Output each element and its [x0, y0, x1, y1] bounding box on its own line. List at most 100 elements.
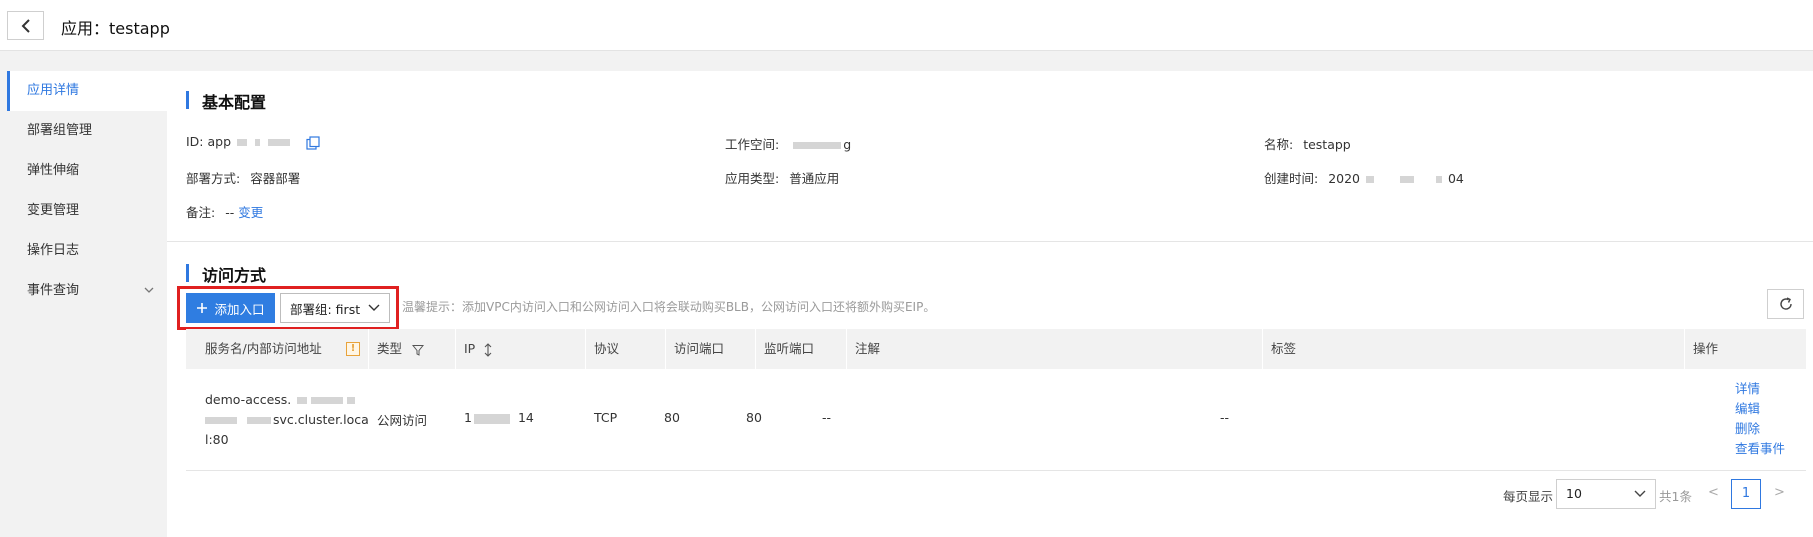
table-row: demo-access. svc.cluster.loca l:80 公网访问 …	[186, 369, 1806, 471]
sidebar-item-operation-logs[interactable]: 操作日志	[7, 231, 167, 271]
filter-icon[interactable]	[411, 344, 425, 356]
sidebar-item-change-management[interactable]: 变更管理	[7, 191, 167, 231]
column-header-access-port: 访问端口	[665, 329, 755, 369]
entry-tags: --	[1220, 410, 1230, 425]
details-link[interactable]: 详情	[1735, 379, 1785, 399]
redacted-text	[473, 413, 510, 424]
sidebar-item-deploy-groups[interactable]: 部署组管理	[7, 111, 167, 151]
column-header-protocol: 协议	[585, 329, 665, 369]
column-header-annotation: 注解	[846, 329, 1262, 369]
sidebar-item-label: 变更管理	[27, 203, 80, 218]
sidebar-item-label: 弹性伸缩	[27, 163, 80, 178]
redacted-text	[1399, 176, 1414, 183]
service-address-text: l:80	[205, 432, 229, 447]
info-app-type: 应用类型: 普通应用	[725, 168, 839, 187]
edit-link[interactable]: 编辑	[1735, 399, 1785, 419]
note-edit-link[interactable]: 变更	[238, 205, 263, 220]
info-created-time: 创建时间: 2020 04	[1264, 168, 1464, 187]
entry-access-port: 80	[664, 410, 680, 425]
prev-page-button[interactable]: <	[1708, 485, 1719, 500]
redacted-text	[1366, 176, 1374, 183]
deploy-group-value: 部署组: first	[290, 301, 361, 317]
back-button[interactable]	[7, 11, 44, 40]
redacted-text	[247, 417, 271, 424]
info-note: 备注: -- 变更	[186, 202, 263, 221]
ip-text: 1	[464, 410, 472, 425]
column-header-label: IP	[464, 341, 476, 356]
section-title-basic: 基本配置	[186, 89, 266, 113]
per-page-label: 每页显示	[1503, 489, 1554, 504]
chevron-down-icon	[368, 304, 380, 311]
redacted-text	[237, 139, 248, 146]
redacted-text	[268, 139, 290, 146]
page-number[interactable]: 1	[1731, 479, 1761, 509]
app-type-label: 应用类型:	[725, 171, 780, 186]
sidebar-item-event-query[interactable]: 事件查询	[7, 271, 167, 311]
entry-protocol: TCP	[594, 410, 618, 425]
service-address: demo-access. svc.cluster.loca l:80	[205, 390, 369, 450]
entry-listen-port: 80	[746, 410, 762, 425]
chevron-down-icon	[1634, 490, 1646, 497]
column-header-type[interactable]: 类型	[368, 329, 455, 369]
warning-icon[interactable]: !	[346, 342, 360, 356]
column-header-ip[interactable]: IP	[455, 329, 585, 369]
app-type-value: 普通应用	[789, 171, 840, 186]
info-name: 名称: testapp	[1264, 134, 1351, 153]
workspace-value: g	[843, 137, 852, 152]
note-value: --	[225, 205, 235, 220]
workspace-label: 工作空间:	[725, 137, 780, 152]
page-size-value: 10	[1566, 486, 1582, 501]
id-label: ID:	[186, 134, 204, 149]
page-size-select[interactable]: 10	[1556, 479, 1656, 509]
top-bar: 应用：testapp	[0, 0, 1813, 51]
page-title: 应用：testapp	[61, 19, 170, 38]
chevron-left-icon	[21, 18, 30, 33]
refresh-button[interactable]	[1767, 289, 1804, 319]
entry-type: 公网访问	[377, 413, 428, 428]
sidebar-item-app-details[interactable]: 应用详情	[7, 71, 167, 111]
sidebar: 应用详情 部署组管理 弹性伸缩 变更管理 操作日志 事件查询	[7, 71, 167, 537]
column-header-actions: 操作	[1684, 329, 1806, 369]
column-header-listen-port: 监听端口	[755, 329, 846, 369]
copy-icon[interactable]	[306, 135, 320, 150]
sidebar-item-label: 部署组管理	[27, 123, 93, 138]
redacted-text	[311, 397, 344, 404]
section-title-access: 访问方式	[186, 262, 266, 286]
id-value: app	[207, 134, 232, 149]
service-name: demo-access.	[205, 392, 292, 407]
deploy-mode-label: 部署方式:	[186, 171, 241, 186]
redacted-text	[255, 139, 261, 146]
table-header: 服务名/内部访问地址 ! 类型 IP 协议 访问端口 监听端口 注解 标签 操作	[186, 329, 1806, 369]
add-entry-button[interactable]: 添加入口	[186, 293, 275, 323]
info-id: ID: app	[186, 134, 320, 150]
redacted-text	[205, 417, 237, 424]
info-workspace: 工作空间: g	[725, 134, 851, 153]
column-header-tags: 标签	[1262, 329, 1684, 369]
created-time-value: 2020	[1328, 171, 1361, 186]
next-page-button[interactable]: >	[1774, 485, 1785, 500]
total-count: 共1条	[1659, 489, 1692, 504]
sidebar-item-label: 事件查询	[27, 283, 80, 298]
redacted-text	[793, 142, 842, 149]
column-header-service: 服务名/内部访问地址 !	[186, 329, 368, 369]
plus-icon	[197, 303, 208, 313]
name-value: testapp	[1303, 137, 1351, 152]
deploy-group-select[interactable]: 部署组: first	[280, 293, 390, 323]
sort-icon[interactable]	[483, 342, 493, 357]
info-deploy-mode: 部署方式: 容器部署	[186, 168, 300, 187]
view-events-link[interactable]: 查看事件	[1735, 439, 1785, 459]
redacted-text	[347, 397, 356, 404]
divider	[167, 241, 1813, 242]
deploy-mode-value: 容器部署	[250, 171, 301, 186]
delete-link[interactable]: 删除	[1735, 419, 1785, 439]
row-actions: 详情 编辑 删除 查看事件	[1735, 379, 1785, 459]
entry-annotation: --	[822, 410, 832, 425]
ip-text: 14	[517, 410, 534, 425]
sidebar-item-label: 操作日志	[27, 243, 80, 258]
add-entry-label: 添加入口	[214, 302, 265, 317]
sidebar-item-label: 应用详情	[27, 83, 80, 98]
created-time-label: 创建时间:	[1264, 171, 1319, 186]
entry-ip: 1 14	[464, 410, 534, 425]
name-label: 名称:	[1264, 137, 1294, 152]
sidebar-item-autoscaling[interactable]: 弹性伸缩	[7, 151, 167, 191]
